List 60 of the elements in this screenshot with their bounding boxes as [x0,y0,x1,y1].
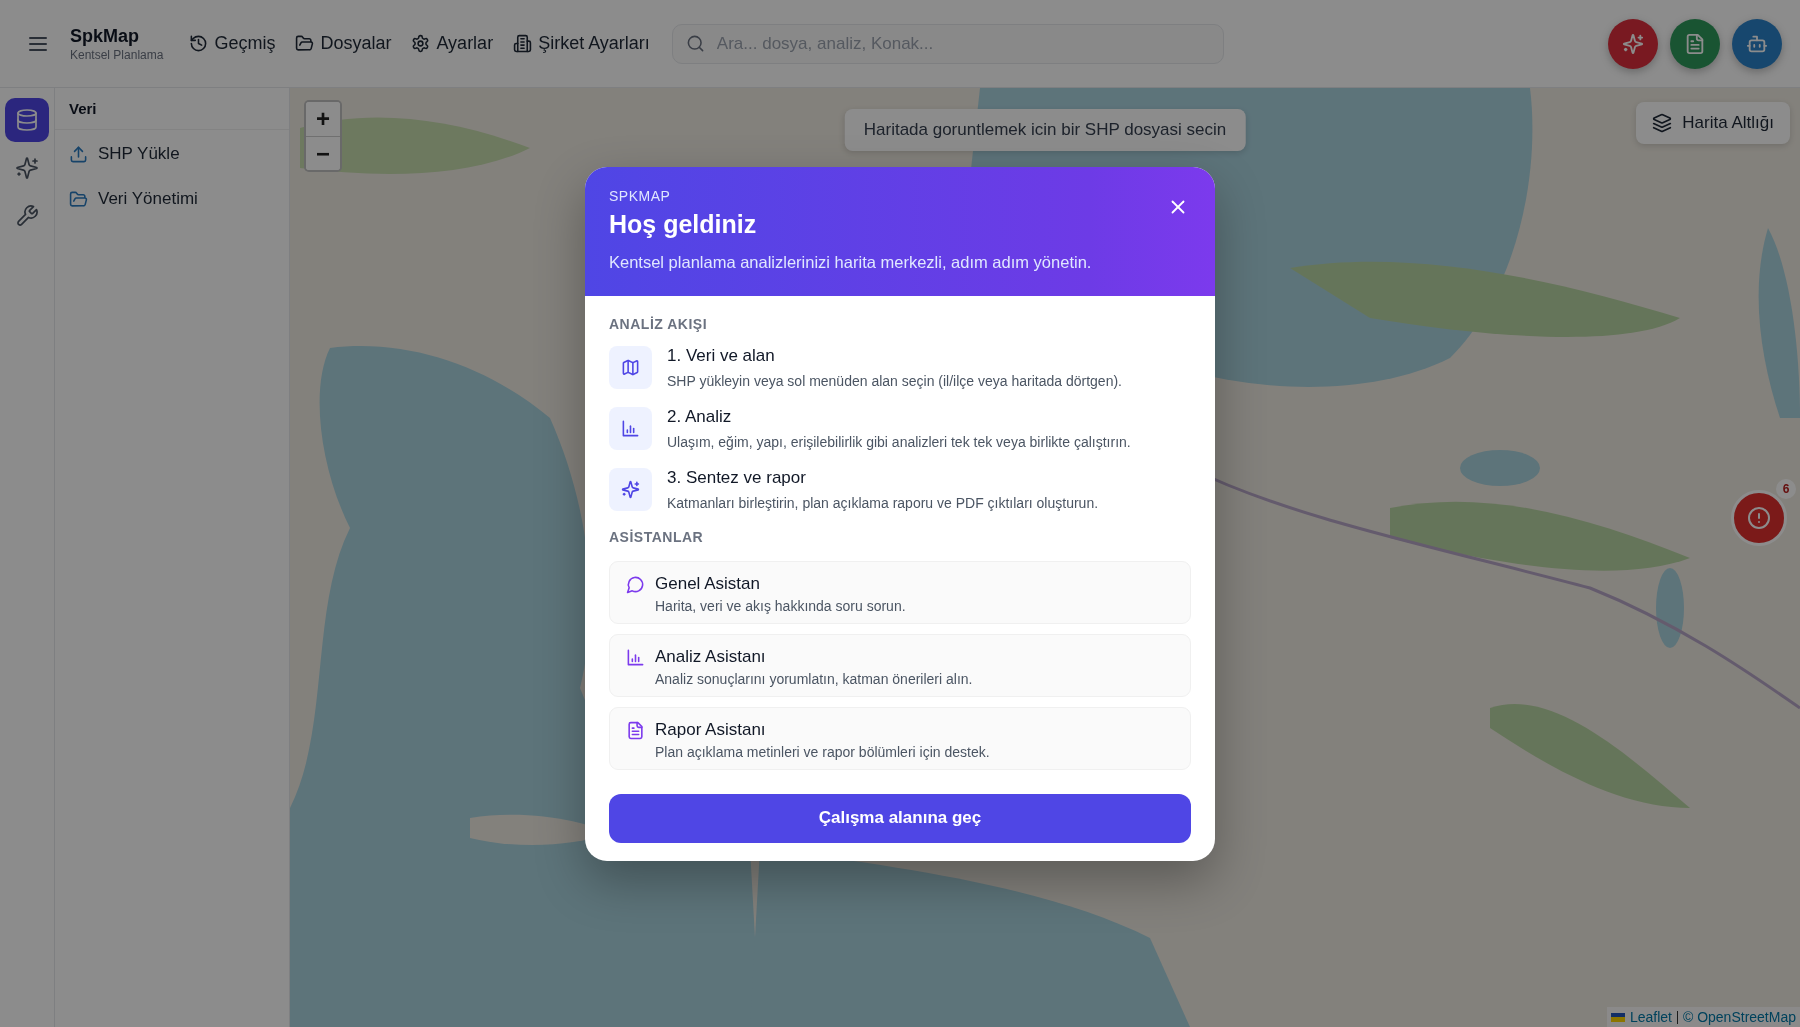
assistant-description: Plan açıklama metinleri ve rapor bölümleri için destek. [655,743,990,760]
alert-icon [1747,506,1771,530]
sparkles-icon [621,479,640,499]
sparkles-icon [1622,32,1644,55]
assistant-card[interactable]: Rapor Asistanı Plan açıklama metinleri ve rapor bölümleri için destek. [609,706,1191,770]
upload-icon [69,144,88,164]
wrench-icon [15,204,39,228]
map-icon [621,357,640,377]
step-description: SHP yükleyin veya sol menüden alan seçin (il/ilçe veya haritada dörtgen). [667,372,1122,389]
section-heading: ANALİZ AKIŞI [609,315,709,332]
attribution-link[interactable]: Leaflet [1629,1009,1672,1025]
app-subtitle: Kentsel Planlama [70,47,164,62]
history-icon [189,34,209,53]
folder-icon [69,189,88,209]
step-description: Katmanları birleştirin, plan açıklama raporu ve PDF çıktıları oluşturun. [667,494,1099,511]
chat-bubble-icon [626,574,645,594]
dialog-eyebrow: SPKMAP [609,187,672,204]
bar-chart-icon [621,418,640,438]
bar-chart-icon [626,647,645,667]
panel-title: Veri [69,100,97,117]
search-icon [685,33,705,53]
assistant-description: Harita, veri ve akış hakkında soru sorun. [655,597,906,614]
layers-icon [1652,113,1673,133]
sidebar-tab[interactable] [5,98,49,142]
assistant-description: Analiz sonuçlarını yorumlatın, katman önerileri alın. [655,670,973,687]
primary-button[interactable]: Çalışma alanına geç [609,793,1191,843]
assistant-card[interactable]: Genel Asistan Harita, veri ve akış hakkında soru sorun. [609,560,1191,624]
action-button[interactable] [1732,18,1782,69]
step-title: 1. Veri ve alan [667,345,776,366]
action-button[interactable] [1608,18,1658,69]
assistant-title: Analiz Asistanı [655,646,767,667]
assistant-title: Genel Asistan [655,573,761,594]
assistant-card[interactable]: Analiz Asistanı Analiz sonuçlarını yorumlatın, katman önerileri alın. [609,633,1191,697]
nav-link[interactable]: Şirket Ayarları [513,29,650,58]
nav-link[interactable]: Ayarlar [411,29,494,58]
dialog-subtitle: Kentsel planlama analizlerinizi harita merkezli, adım adım yönetin. [609,252,1092,272]
building-icon [513,34,533,53]
dialog-title: Hoş geldiniz [609,209,758,239]
basemap-button[interactable]: Harita Altlığı [1636,102,1790,144]
sparkles-icon [15,156,39,180]
step-title: 2. Analiz [667,406,733,427]
step-title: 3. Sentez ve rapor [667,467,807,488]
assistant-title: Rapor Asistanı [655,719,767,740]
action-button[interactable] [1670,18,1720,69]
settings-icon [411,34,431,53]
menu-item[interactable]: Veri Yönetimi [55,175,289,220]
attribution-link[interactable]: © OpenStreetMap [1682,1009,1796,1025]
flag-icon [1610,1012,1625,1022]
document-icon [626,720,645,740]
app-name: SpkMap [70,25,140,47]
menu-item[interactable]: SHP Yükle [55,130,289,175]
step-description: Ulaşım, eğim, yapı, erişilebilirlik gibi analizleri tek tek veya birlikte çalıştırın. [667,433,1131,450]
section-heading: ASİSTANLAR [609,528,705,545]
map-hint: Haritada goruntlemek icin bir SHP dosyasi secin [844,109,1246,151]
nav-link[interactable]: Dosyalar [295,29,392,58]
folder-icon [295,34,315,53]
zoom-out-button[interactable]: − [306,136,340,170]
database-icon [15,108,39,132]
document-icon [1684,32,1706,55]
nav-link[interactable]: Geçmiş [189,29,276,58]
